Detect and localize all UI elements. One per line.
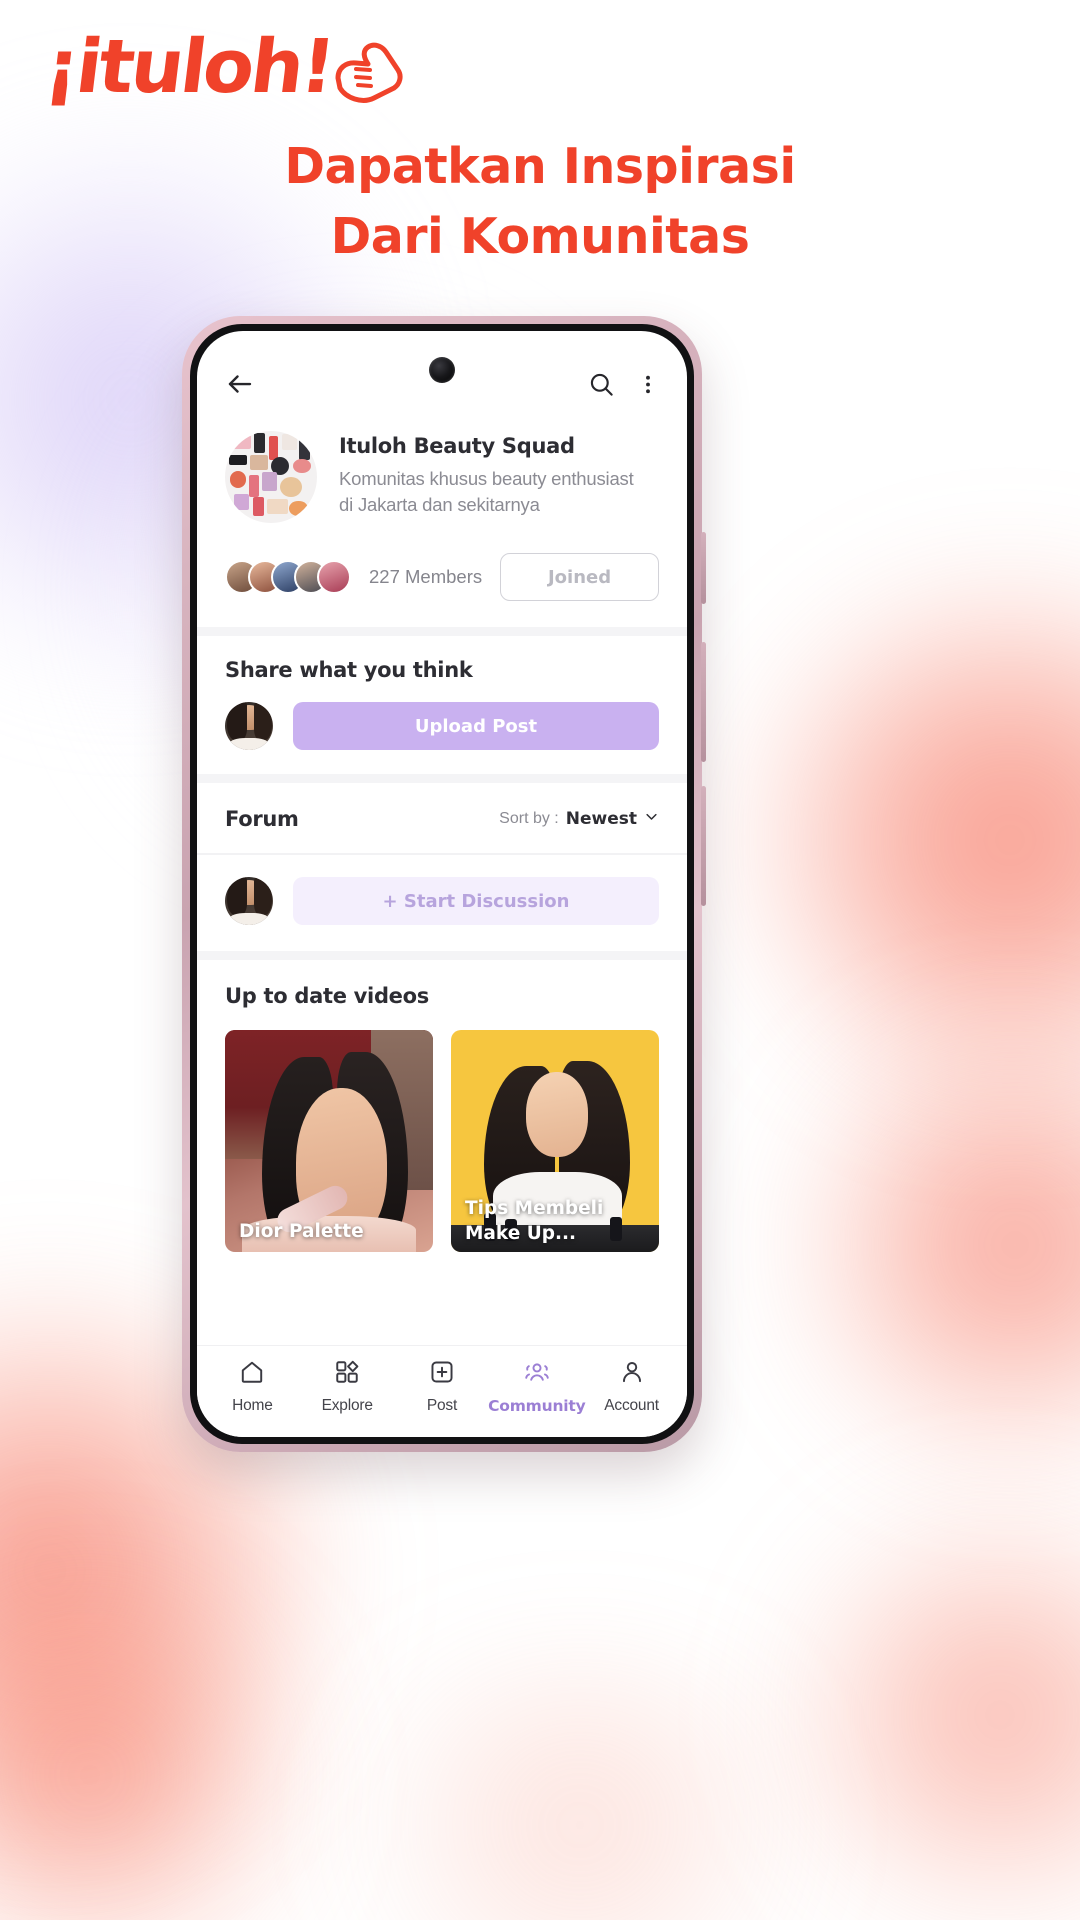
start-discussion-button[interactable]: + Start Discussion bbox=[293, 877, 659, 925]
video-caption-line-2: Make Up... bbox=[465, 1222, 577, 1244]
section-divider bbox=[197, 627, 687, 636]
video-caption-line-1: Tips Membeli bbox=[465, 1198, 604, 1220]
share-section-title: Share what you think bbox=[225, 658, 473, 682]
community-name: Ituloh Beauty Squad bbox=[339, 434, 575, 458]
members-count: 227 Members bbox=[369, 566, 483, 587]
videos-title: Up to date videos bbox=[225, 984, 429, 1008]
forum-title: Forum bbox=[225, 807, 299, 831]
nav-item-account[interactable]: Account bbox=[587, 1359, 677, 1415]
sort-by-dropdown[interactable]: Sort by : Newest bbox=[499, 809, 659, 829]
page-headline: Dapatkan Inspirasi Dari Komunitas bbox=[0, 132, 1080, 271]
community-meta: Ituloh Beauty Squad Komunitas khusus bea… bbox=[339, 431, 634, 523]
forum-header: Forum Sort by : Newest bbox=[197, 783, 687, 853]
plus-square-icon bbox=[429, 1359, 455, 1390]
phone-side-button-bottom bbox=[701, 786, 706, 906]
more-vertical-icon[interactable] bbox=[637, 371, 659, 398]
section-divider bbox=[197, 774, 687, 783]
grid-explore-icon bbox=[334, 1359, 360, 1390]
makeup-collage-avatar bbox=[225, 431, 317, 523]
nav-label-post: Post bbox=[426, 1396, 458, 1414]
videos-grid: Dior Palette Tips Membeli Make Up... bbox=[197, 1008, 687, 1252]
member-avatars[interactable] bbox=[225, 560, 351, 594]
phone-side-button-top bbox=[701, 532, 706, 604]
community-people-icon bbox=[523, 1359, 551, 1390]
nav-label-explore: Explore bbox=[321, 1396, 373, 1414]
community-profile: Ituloh Beauty Squad Komunitas khusus bea… bbox=[197, 409, 687, 523]
user-avatar[interactable] bbox=[225, 877, 273, 925]
promo-page: ¡ituloh! Dapatkan Inspirasi Dari Komunit… bbox=[0, 0, 1080, 1920]
nav-label-account: Account bbox=[604, 1396, 659, 1414]
phone-side-button-mid bbox=[701, 642, 706, 762]
share-section: Share what you think Upload Post bbox=[197, 636, 687, 774]
members-row: 227 Members Joined bbox=[197, 523, 687, 627]
phone-screen: Ituloh Beauty Squad Komunitas khusus bea… bbox=[197, 331, 687, 1437]
video-caption: Dior Palette bbox=[239, 1220, 364, 1242]
video-card[interactable]: Tips Membeli Make Up... bbox=[451, 1030, 659, 1252]
section-divider bbox=[197, 951, 687, 960]
sort-by-value: Newest bbox=[565, 809, 637, 829]
video-card[interactable]: Dior Palette bbox=[225, 1030, 433, 1252]
person-account-icon bbox=[619, 1359, 645, 1390]
app-bar-actions bbox=[588, 371, 659, 398]
headline-line-2: Dari Komunitas bbox=[330, 207, 750, 265]
nav-item-community[interactable]: Community bbox=[488, 1359, 586, 1415]
pointing-hand-icon bbox=[328, 38, 406, 109]
brand-logo: ¡ituloh! bbox=[41, 24, 406, 110]
sort-by-label: Sort by : bbox=[499, 810, 559, 827]
phone-mockup: Ituloh Beauty Squad Komunitas khusus bea… bbox=[182, 316, 706, 1452]
phone-bezel: Ituloh Beauty Squad Komunitas khusus bea… bbox=[190, 324, 694, 1444]
chevron-down-icon bbox=[644, 809, 659, 829]
nav-label-community: Community bbox=[488, 1396, 586, 1415]
home-icon bbox=[239, 1359, 265, 1390]
nav-item-post[interactable]: Post bbox=[397, 1359, 487, 1415]
back-arrow-icon[interactable] bbox=[225, 369, 255, 399]
bottom-navigation-bar: Home Explore Post Community Account bbox=[197, 1345, 687, 1437]
user-avatar[interactable] bbox=[225, 702, 273, 750]
headline-line-1: Dapatkan Inspirasi bbox=[284, 138, 796, 195]
brand-logo-text: ¡ituloh! bbox=[40, 24, 338, 110]
nav-item-explore[interactable]: Explore bbox=[302, 1359, 392, 1415]
upload-post-button[interactable]: Upload Post bbox=[293, 702, 659, 750]
search-icon[interactable] bbox=[588, 371, 615, 398]
nav-label-home: Home bbox=[232, 1396, 273, 1414]
joined-button[interactable]: Joined bbox=[500, 553, 659, 601]
nav-item-home[interactable]: Home bbox=[207, 1359, 297, 1415]
front-camera-punch-hole bbox=[429, 357, 455, 383]
start-discussion-row: + Start Discussion bbox=[197, 855, 687, 951]
member-avatar bbox=[317, 560, 351, 594]
share-row: Upload Post bbox=[225, 702, 659, 750]
videos-header: Up to date videos bbox=[197, 960, 687, 1008]
community-description-line-1: Komunitas khusus beauty enthusiast bbox=[339, 468, 634, 489]
community-description-line-2: di Jakarta dan sekitarnya bbox=[339, 494, 540, 516]
